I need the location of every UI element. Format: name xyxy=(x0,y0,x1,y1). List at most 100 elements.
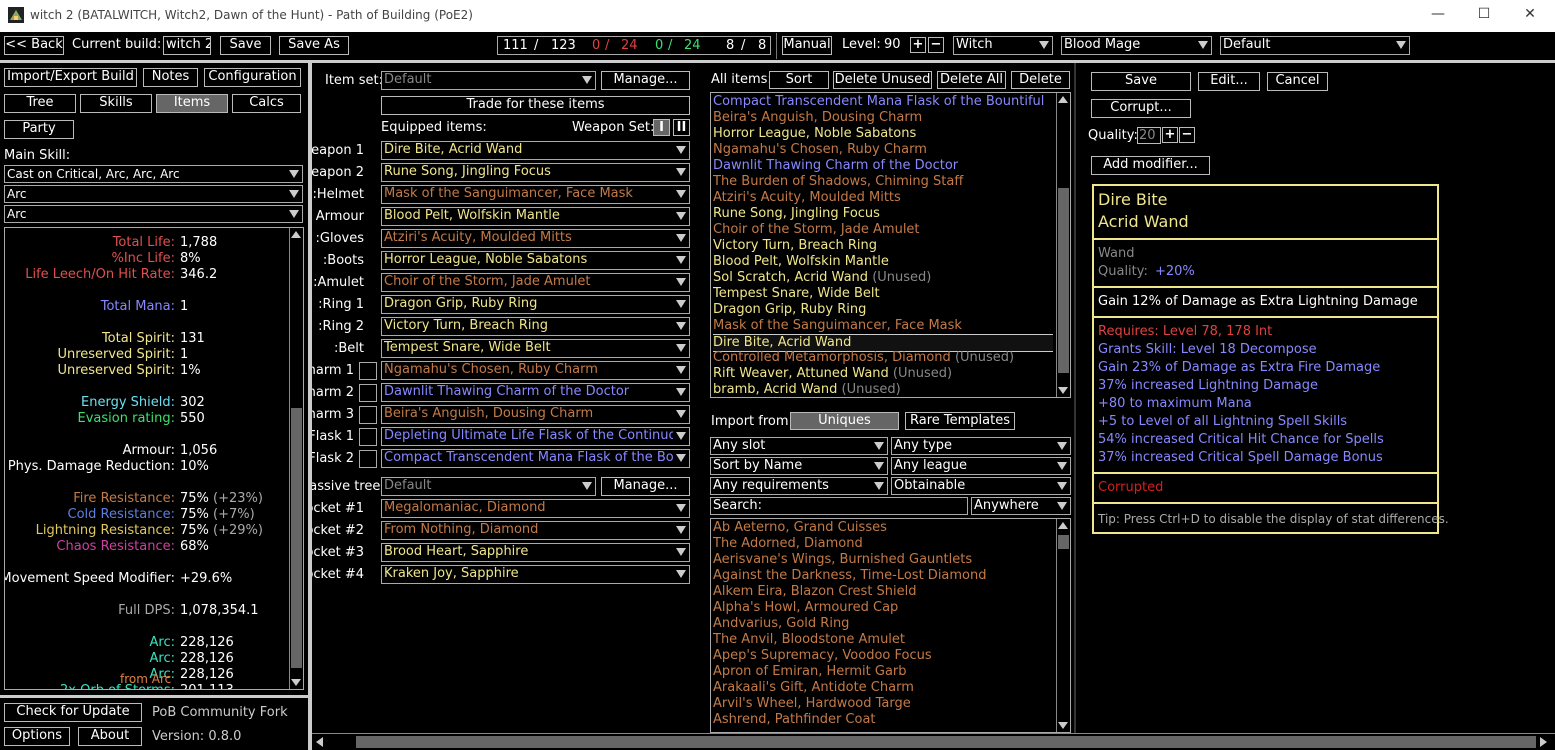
scroll-down-icon[interactable] xyxy=(1058,722,1068,729)
item-list-row[interactable]: Mask of the Sanguimancer, Face Mask xyxy=(713,318,1053,334)
quality-minus-button[interactable]: − xyxy=(1179,127,1195,143)
build-name-field[interactable]: witch 2 xyxy=(163,36,211,55)
unique-list-row[interactable]: Apron of Emiran, Hermit Garb xyxy=(713,664,1053,680)
unique-list-row[interactable]: Against the Darkness, Time-Lost Diamond xyxy=(713,568,1053,584)
slot-dropdown[interactable]: Mask of the Sanguimancer, Face Mask xyxy=(381,185,690,204)
scroll-up-icon[interactable] xyxy=(291,231,301,238)
slot-enable-checkbox[interactable] xyxy=(359,406,377,424)
scrollbar-thumb[interactable] xyxy=(1058,535,1069,549)
save-as-button[interactable]: Save As xyxy=(279,36,349,55)
type-filter-dropdown[interactable]: Any type xyxy=(891,437,1071,455)
rare-templates-tab[interactable]: Rare Templates xyxy=(905,412,1015,430)
scroll-right-icon[interactable] xyxy=(1540,737,1547,747)
scrollbar-thumb[interactable] xyxy=(1058,188,1069,373)
item-list-row[interactable]: Victory Turn, Breach Ring xyxy=(713,238,1053,254)
slot-dropdown[interactable]: Depleting Ultimate Life Flask of the Con… xyxy=(381,427,690,446)
item-list-row[interactable]: bramb, Acrid Wand (Unused) xyxy=(713,382,1053,397)
item-list-row[interactable]: Choir of the Storm, Jade Amulet xyxy=(713,222,1053,238)
editor-edit-button[interactable]: Edit... xyxy=(1198,72,1260,91)
ascendancy-dropdown[interactable]: Blood Mage xyxy=(1061,36,1212,55)
slot-dropdown[interactable]: Dragon Grip, Ruby Ring xyxy=(381,295,690,314)
slot-dropdown[interactable]: Brood Heart, Sapphire xyxy=(381,543,690,562)
all-items-list[interactable]: Compact Transcendent Mana Flask of the B… xyxy=(710,92,1071,398)
slot-dropdown[interactable]: Megalomaniac, Diamond xyxy=(381,499,690,518)
slot-dropdown[interactable]: From Nothing, Diamond xyxy=(381,521,690,540)
scrollbar-thumb[interactable] xyxy=(291,408,302,668)
item-list-row[interactable]: Rune Song, Jingling Focus xyxy=(713,206,1053,222)
slot-dropdown[interactable]: Kraken Joy, Sapphire xyxy=(381,565,690,584)
unique-list-row[interactable]: The Adorned, Diamond xyxy=(713,536,1053,552)
item-list-row[interactable]: Beira's Anguish, Dousing Charm xyxy=(713,110,1053,126)
league-filter-dropdown[interactable]: Any league xyxy=(891,457,1071,475)
item-list-row[interactable]: Controlled Metamorphosis, Diamond (Unuse… xyxy=(713,350,1053,366)
slot-dropdown[interactable]: Victory Turn, Breach Ring xyxy=(381,317,690,336)
weapon-set-1-button[interactable]: I xyxy=(653,119,670,136)
uniques-list[interactable]: Ab Aeterno, Grand Cuisses The Adorned, Di… xyxy=(710,518,1071,733)
delete-button[interactable]: Delete xyxy=(1011,71,1070,89)
scrollbar-thumb[interactable] xyxy=(356,736,1536,748)
slot-dropdown[interactable]: Ngamahu's Chosen, Ruby Charm xyxy=(381,361,690,380)
quality-plus-button[interactable]: + xyxy=(1162,127,1178,143)
unique-list-row[interactable]: Arakaali's Gift, Antidote Charm xyxy=(713,680,1053,696)
check-update-button[interactable]: Check for Update xyxy=(4,703,142,722)
slot-dropdown[interactable]: Dawnlit Thawing Charm of the Doctor xyxy=(381,383,690,402)
level-minus-button[interactable]: − xyxy=(928,37,944,53)
slot-dropdown[interactable]: Horror League, Noble Sabatons xyxy=(381,251,690,270)
add-modifier-button[interactable]: Add modifier... xyxy=(1091,156,1210,175)
slot-dropdown[interactable]: Compact Transcendent Mana Flask of the B… xyxy=(381,449,690,468)
scroll-up-icon[interactable] xyxy=(1058,522,1068,529)
unique-list-row[interactable]: Apep's Supremacy, Voodoo Focus xyxy=(713,648,1053,664)
item-list-row[interactable]: The Burden of Shadows, Chiming Staff xyxy=(713,174,1053,190)
editor-save-button[interactable]: Save xyxy=(1091,72,1191,91)
quality-input[interactable]: 20 xyxy=(1137,127,1161,144)
manage-passive-button[interactable]: Manage... xyxy=(601,477,690,496)
scroll-left-icon[interactable] xyxy=(316,737,323,747)
slot-dropdown[interactable]: Rune Song, Jingling Focus xyxy=(381,163,690,182)
save-button[interactable]: Save xyxy=(220,36,271,55)
manual-button[interactable]: Manual xyxy=(782,36,832,55)
slot-dropdown[interactable]: Choir of the Storm, Jade Amulet xyxy=(381,273,690,292)
requirements-filter-dropdown[interactable]: Any requirements xyxy=(710,477,888,495)
unique-list-row[interactable]: Alpha's Howl, Armoured Cap xyxy=(713,600,1053,616)
maximize-icon[interactable]: ☐ xyxy=(1474,6,1494,26)
slot-enable-checkbox[interactable] xyxy=(359,384,377,402)
skill-stage-dropdown[interactable]: Arc xyxy=(4,205,303,223)
tab-calcs[interactable]: Calcs xyxy=(232,94,301,113)
scroll-up-icon[interactable] xyxy=(1058,96,1068,103)
import-export-button[interactable]: Import/Export Build xyxy=(4,68,137,87)
item-list-row[interactable]: Rift Weaver, Attuned Wand (Unused) xyxy=(713,366,1053,382)
class-dropdown[interactable]: Witch xyxy=(953,36,1053,55)
unique-list-row[interactable]: The Anvil, Bloodstone Amulet xyxy=(713,632,1053,648)
all-items-scrollbar[interactable] xyxy=(1056,93,1070,397)
stats-scrollbar[interactable] xyxy=(289,228,303,689)
config-set-dropdown[interactable]: Default xyxy=(1220,36,1410,55)
item-list-row[interactable]: Compact Transcendent Mana Flask of the B… xyxy=(713,94,1053,110)
uniques-tab[interactable]: Uniques xyxy=(790,412,899,430)
item-list-row[interactable]: Dawnlit Thawing Charm of the Doctor xyxy=(713,158,1053,174)
sort-dropdown[interactable]: Sort by Name xyxy=(710,457,888,475)
unique-list-row[interactable]: Ab Aeterno, Grand Cuisses xyxy=(713,520,1053,536)
unique-list-row[interactable]: Ashrend, Pathfinder Coat xyxy=(713,712,1053,728)
editor-cancel-button[interactable]: Cancel xyxy=(1267,72,1328,91)
level-plus-button[interactable]: + xyxy=(910,37,926,53)
slot-enable-checkbox[interactable] xyxy=(359,362,377,380)
item-list-row[interactable]: Horror League, Noble Sabatons xyxy=(713,126,1053,142)
slot-dropdown[interactable]: Beira's Anguish, Dousing Charm xyxy=(381,405,690,424)
uniques-scrollbar[interactable] xyxy=(1056,519,1070,732)
unique-list-row[interactable]: Andvarius, Gold Ring xyxy=(713,616,1053,632)
item-list-row[interactable]: Blood Pelt, Wolfskin Mantle xyxy=(713,254,1053,270)
slot-enable-checkbox[interactable] xyxy=(359,428,377,446)
slot-dropdown[interactable]: Dire Bite, Acrid Wand xyxy=(381,141,690,160)
tab-skills[interactable]: Skills xyxy=(80,94,152,113)
tab-items[interactable]: Items xyxy=(156,94,228,113)
scroll-down-icon[interactable] xyxy=(1058,387,1068,394)
options-button[interactable]: Options xyxy=(4,727,70,746)
close-icon[interactable]: ✕ xyxy=(1520,6,1540,26)
party-button[interactable]: Party xyxy=(4,120,74,139)
tab-tree[interactable]: Tree xyxy=(4,94,76,113)
about-button[interactable]: About xyxy=(78,727,142,746)
item-list-row[interactable]: Sol Scratch, Acrid Wand (Unused) xyxy=(713,270,1053,286)
configuration-button[interactable]: Configuration xyxy=(204,68,301,87)
skill-part-dropdown[interactable]: Arc xyxy=(4,185,303,203)
item-set-dropdown[interactable]: Default xyxy=(381,71,596,90)
